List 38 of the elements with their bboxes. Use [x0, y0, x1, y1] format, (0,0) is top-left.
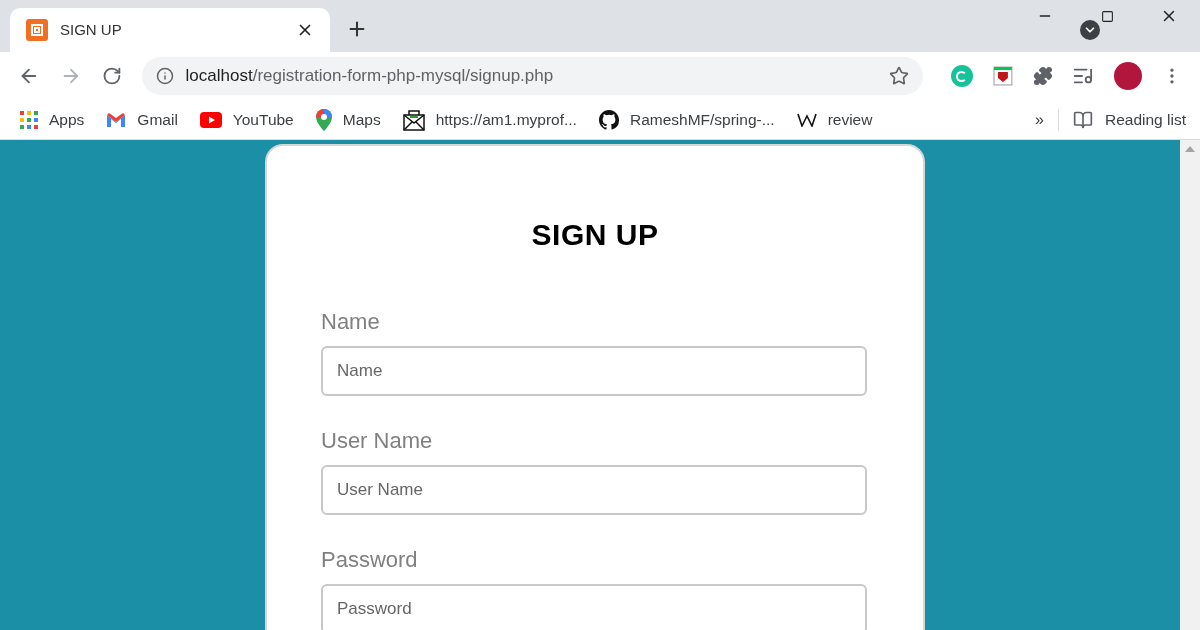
form-title: SIGN UP — [530, 217, 660, 253]
envelope-icon — [402, 108, 425, 131]
cat-silhouette-icon — [598, 109, 619, 130]
reading-list-icon[interactable] — [1073, 109, 1093, 130]
star-icon[interactable] — [888, 66, 909, 86]
url-text: localhost/registration-form-php-mysql/signup.php — [185, 65, 555, 88]
reload-icon[interactable] — [101, 66, 122, 86]
play-button-icon — [199, 111, 222, 128]
bookmark-item[interactable]: review — [796, 107, 873, 132]
text-input-field[interactable]: User Name — [321, 465, 867, 515]
map-pin-icon — [315, 108, 332, 131]
browser-tab[interactable]: SIGN UP — [10, 8, 330, 52]
scrollbar[interactable] — [1180, 140, 1200, 630]
bookmark-item[interactable]: Apps — [20, 107, 85, 132]
field-label: User Name — [321, 428, 434, 454]
bookmark-item[interactable]: https://am1.myprof... — [402, 107, 577, 132]
tab-title: SIGN UP — [60, 19, 123, 40]
bookmark-item[interactable]: Gmail — [106, 107, 178, 132]
bookmark-item[interactable]: YouTube — [199, 107, 294, 132]
extensions-icon[interactable] — [1032, 66, 1053, 86]
info-icon — [155, 67, 174, 85]
apps-grid-icon — [20, 110, 38, 129]
field-label: Password — [321, 547, 419, 573]
site-logo-icon — [26, 19, 48, 41]
more-bookmarks-button[interactable]: » — [1035, 107, 1044, 132]
bookmark-item[interactable]: RameshMF/spring-... — [598, 107, 775, 132]
reading-list-button[interactable]: Reading list — [1105, 107, 1186, 132]
text-input-field[interactable]: Name — [321, 346, 867, 396]
w-glyph-icon — [796, 112, 817, 127]
shield-extension-icon[interactable] — [992, 66, 1013, 86]
maximize-icon[interactable] — [1100, 9, 1114, 23]
tab-search-icon[interactable] — [1080, 20, 1100, 40]
address-bar[interactable]: localhost/registration-form-php-mysql/signup.php — [141, 57, 923, 95]
text-input-field[interactable]: Password — [321, 584, 867, 630]
field-label: Name — [321, 309, 381, 335]
mail-envelope-icon — [106, 111, 127, 128]
profile-avatar-icon[interactable] — [1114, 62, 1143, 90]
bookmark-item[interactable]: Maps — [315, 107, 381, 132]
